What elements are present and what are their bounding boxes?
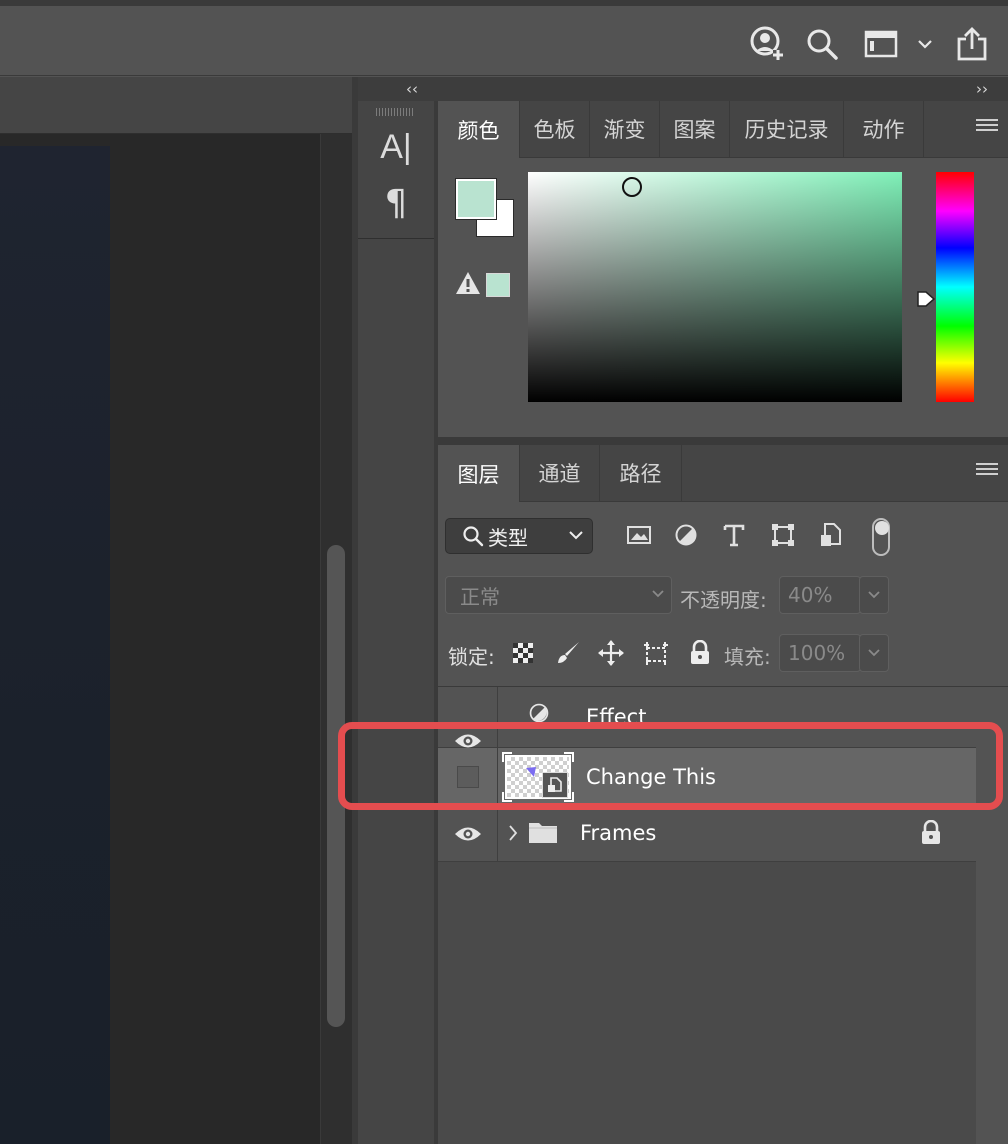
search-icon <box>462 525 484 547</box>
chevron-down-icon[interactable] <box>914 24 936 64</box>
scrollbar-thumb[interactable] <box>327 545 345 1027</box>
lock-transparent-icon[interactable] <box>508 638 538 668</box>
document-canvas[interactable] <box>0 146 110 1144</box>
smart-object-filter-icon[interactable] <box>816 520 846 550</box>
chevron-right-icon[interactable] <box>508 824 518 842</box>
layer-filter-select[interactable]: 类型 <box>445 518 593 554</box>
divider <box>438 437 1008 445</box>
collapse-right-icon[interactable]: ›› <box>976 77 988 101</box>
opacity-value: 40% <box>788 583 833 607</box>
layer-row-change-this[interactable]: Change This <box>438 748 976 806</box>
lock-all-icon[interactable] <box>685 638 715 668</box>
lock-artboard-icon[interactable] <box>641 638 671 668</box>
foreground-color-swatch[interactable] <box>455 178 497 220</box>
warning-icon[interactable] <box>454 269 482 297</box>
lock-icon <box>920 820 942 846</box>
type-filter-icon[interactable] <box>719 520 749 550</box>
workspace-icon[interactable] <box>862 24 900 64</box>
layers-list-empty-area[interactable] <box>438 862 976 1144</box>
chevron-down-icon <box>651 589 665 599</box>
document-tab-bar <box>0 77 352 134</box>
color-picker-field[interactable] <box>528 172 902 402</box>
search-icon[interactable] <box>804 24 840 64</box>
panel-collapse-bar: ‹‹ ›› <box>358 77 1008 101</box>
color-panel: 颜色 色板 渐变 图案 历史记录 动作 <box>438 101 1008 445</box>
panel-menu-icon[interactable] <box>976 463 998 479</box>
visibility-toggle[interactable] <box>438 687 498 748</box>
shape-filter-icon[interactable] <box>768 520 798 550</box>
chevron-down-icon <box>868 591 880 599</box>
eye-icon[interactable] <box>454 825 482 843</box>
adjustment-filter-icon[interactable] <box>671 520 701 550</box>
folder-icon <box>528 820 558 844</box>
application-bar <box>0 0 1008 76</box>
layer-name[interactable]: Change This <box>586 765 716 789</box>
fill-input[interactable]: 100% <box>779 634 861 672</box>
blend-mode-select[interactable]: 正常 <box>445 576 672 614</box>
layers-panel-tabs: 图层 通道 路径 <box>438 445 1008 502</box>
tab-gradients[interactable]: 渐变 <box>590 101 660 157</box>
opacity-dropdown-button[interactable] <box>859 576 889 614</box>
image-filter-icon[interactable] <box>624 520 654 550</box>
share-icon[interactable] <box>954 24 990 64</box>
tab-patterns[interactable]: 图案 <box>660 101 730 157</box>
lock-position-icon[interactable] <box>596 638 626 668</box>
adjustment-layer-icon <box>526 702 552 728</box>
layer-name[interactable]: Effect <box>586 705 646 729</box>
thumbnail-shape <box>526 767 536 777</box>
fill-value: 100% <box>788 641 846 665</box>
filter-label: 类型 <box>488 525 528 550</box>
layers-scroll-gutter <box>976 687 1008 1144</box>
character-panel-icon[interactable]: A| <box>360 126 432 168</box>
chevron-down-icon <box>868 649 880 657</box>
tab-paths[interactable]: 路径 <box>600 445 682 501</box>
opacity-input[interactable]: 40% <box>779 576 861 614</box>
divider <box>358 238 434 239</box>
visibility-toggle[interactable] <box>438 748 498 805</box>
layer-row-effect[interactable]: Effect <box>438 687 976 748</box>
collapse-left-icon[interactable]: ‹‹ <box>406 77 418 101</box>
panel-grip[interactable] <box>376 108 414 116</box>
tab-actions[interactable]: 动作 <box>844 101 924 157</box>
tab-swatches[interactable]: 色板 <box>520 101 590 157</box>
tab-layers[interactable]: 图层 <box>438 445 520 502</box>
color-picker-cursor[interactable] <box>622 177 642 197</box>
tab-color[interactable]: 颜色 <box>438 101 520 158</box>
tab-history[interactable]: 历史记录 <box>730 101 844 157</box>
hidden-visibility-box[interactable] <box>456 765 479 788</box>
lock-label: 锁定: <box>448 645 495 669</box>
paragraph-panel-icon[interactable]: ¶ <box>360 180 432 226</box>
fill-dropdown-button[interactable] <box>859 634 889 672</box>
layers-panel: 图层 通道 路径 类型 正常 不透明度: 40% 锁定: 填充: 100% Ef… <box>438 445 1008 1144</box>
lock-image-icon[interactable] <box>553 638 583 668</box>
panel-menu-icon[interactable] <box>976 119 998 135</box>
hue-slider[interactable] <box>936 172 974 402</box>
layer-thumbnail[interactable] <box>502 752 574 802</box>
opacity-label: 不透明度: <box>680 588 767 612</box>
chevron-down-icon <box>568 529 584 541</box>
hue-slider-marker[interactable] <box>916 290 936 312</box>
gamut-color-swatch[interactable] <box>486 273 510 297</box>
filter-toggle-knob[interactable] <box>875 521 889 535</box>
user-add-icon[interactable] <box>748 24 786 64</box>
layer-name[interactable]: Frames <box>580 821 656 845</box>
blend-mode-value: 正常 <box>460 584 500 609</box>
smart-object-badge-icon <box>542 772 568 798</box>
fill-label: 填充: <box>724 645 771 669</box>
tab-channels[interactable]: 通道 <box>520 445 600 501</box>
layer-row-frames[interactable]: Frames <box>438 806 976 862</box>
color-panel-tabs: 颜色 色板 渐变 图案 历史记录 动作 <box>438 101 1008 158</box>
collapsed-panel-column <box>358 101 435 1144</box>
visibility-toggle[interactable] <box>438 806 498 861</box>
